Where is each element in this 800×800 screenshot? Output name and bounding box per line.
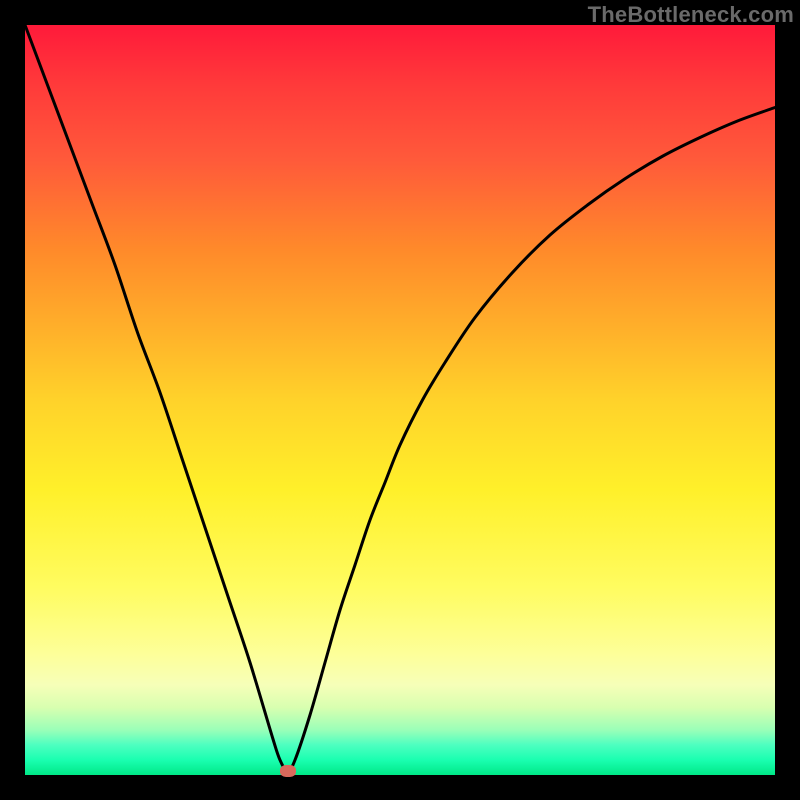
- plot-area: [25, 25, 775, 775]
- optimum-marker: [280, 765, 296, 777]
- bottleneck-curve: [25, 25, 775, 771]
- chart-frame: TheBottleneck.com: [0, 0, 800, 800]
- curve-svg: [25, 25, 775, 775]
